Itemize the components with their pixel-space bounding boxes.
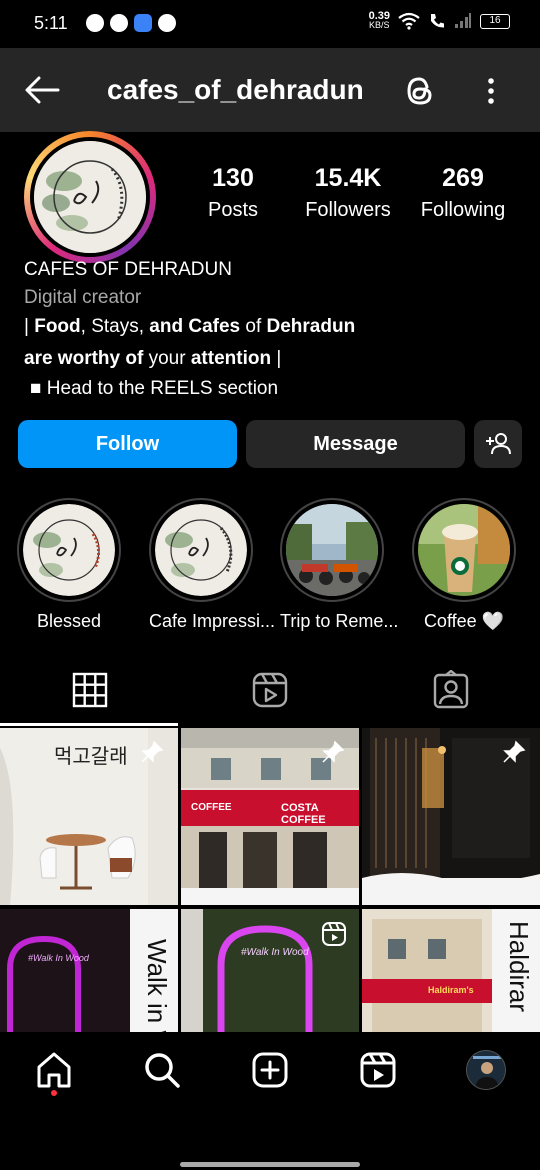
back-arrow-icon[interactable] [22,74,62,106]
post-overlay-text: 먹고갈래 [54,744,128,768]
pin-icon [141,740,164,763]
highlight-cafe-impressions[interactable]: Cafe Impressi... [149,498,276,632]
home-icon[interactable] [34,1050,74,1090]
more-options-icon[interactable] [476,74,506,108]
profile-avatar[interactable] [30,137,150,257]
post-tile[interactable]: 먹고갈래 [0,728,178,905]
post-tile[interactable] [362,728,540,905]
status-time: 5:11 [34,13,68,33]
signal-icon [455,13,471,28]
reels-icon[interactable] [358,1050,398,1090]
profile-category: Digital creator [24,287,142,308]
snapchat-icon [86,14,104,32]
post-overlay-text: Haldirar [504,921,534,1013]
post-overlay-text: Walk in W [142,939,172,1032]
profile-name: CAFES OF DEHRADUN [24,259,232,280]
highlight-label: Cafe Impressi... [149,611,276,631]
message-button[interactable]: Message [246,420,465,468]
highlight-blessed[interactable]: Blessed [17,498,121,632]
profile-header: cafes_of_dehradun [0,48,540,132]
highlight-label: Trip to Reme... [280,611,399,631]
cafe-logo [34,141,146,253]
highlight-cover [286,504,378,596]
add-person-icon [486,433,511,455]
username-title: cafes_of_dehradun [107,74,364,105]
pin-icon [503,740,526,763]
post-tile[interactable]: Haldiram's Haldirar [362,909,540,1032]
create-post-icon[interactable] [250,1050,290,1090]
neon-sign: #Walk In Wood [28,953,89,963]
shop-sign: COFFEE [191,802,232,813]
follow-button[interactable]: Follow [18,420,237,468]
bio-line-1: | Food, Stays, and Cafes of Dehradun [24,316,356,337]
status-right: 0.39 KB/S 16 [368,10,510,30]
status-bar: 5:11 0.39 KB/S 16 [0,0,540,48]
wifi-icon [398,12,420,30]
bio-line-3: ■ Head to the REELS section [30,378,279,399]
highlight-trip[interactable]: Trip to Reme... [280,498,399,632]
highlight-cover [418,504,510,596]
highlight-coffee[interactable]: Coffee 🤍 [412,498,516,632]
highlight-label: Coffee 🤍 [423,611,505,631]
reels-tab-icon[interactable] [250,670,290,710]
post-tile[interactable]: COFFEE COSTA COFFEE [181,728,359,905]
neon-sign: #Walk In Wood [241,947,309,958]
search-icon[interactable] [142,1050,182,1090]
highlight-cover [155,504,247,596]
wifi-calling-icon [431,14,444,28]
grid-tab-icon[interactable] [70,670,110,710]
following-count[interactable]: 269 Following [412,164,514,222]
profile-avatar-icon[interactable] [466,1050,506,1090]
shop-sign: Haldiram's [428,985,474,995]
network-speed: 0.39 KB/S [368,10,390,30]
post-tile[interactable]: #Walk In Wood Walk in W [0,909,178,1032]
battery-indicator: 16 [480,13,510,29]
gesture-home-bar [180,1162,360,1167]
posts-count[interactable]: 130 Posts [196,164,270,222]
highlight-label: Blessed [36,611,102,631]
reel-icon [322,922,346,946]
notification-dot [51,1090,57,1096]
tagged-tab-icon[interactable] [431,670,471,710]
pin-icon [322,740,345,763]
notification-icons [86,14,176,32]
active-tab-indicator [0,723,178,726]
threads-icon[interactable] [403,74,437,108]
zomato-icon [158,14,176,32]
post-tile[interactable]: #Walk In Wood [181,909,359,1032]
shop-sign: COSTA COFFEE [281,802,326,826]
b-app-icon [110,14,128,32]
followers-count[interactable]: 15.4K Followers [298,164,398,222]
bottom-navigation [0,1032,540,1170]
bio-line-2: are worthy of your attention | [24,348,282,369]
app-icon [134,14,152,32]
suggest-users-button[interactable] [474,420,522,468]
highlight-cover [23,504,115,596]
